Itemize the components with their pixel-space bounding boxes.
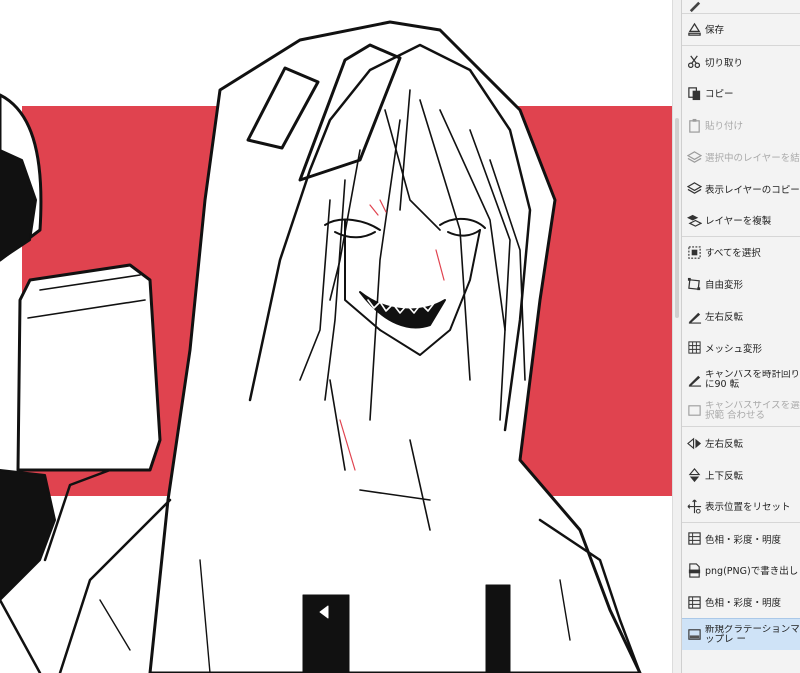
hoodie-string-right xyxy=(485,584,511,673)
command-png-export[interactable]: png(PNG)で書き出し xyxy=(682,555,800,587)
copy-icon xyxy=(686,85,702,101)
command-label: png(PNG)で書き出し xyxy=(705,566,799,578)
command-merge-selected-layers[interactable]: 選択中のレイヤーを結合 xyxy=(682,141,800,173)
duplicate-layer-icon xyxy=(686,212,702,228)
gradient-map-icon xyxy=(686,627,702,643)
save-icon xyxy=(686,21,702,37)
command-label: 自由変形 xyxy=(705,280,744,292)
left-character-body xyxy=(0,469,56,601)
command-select-all[interactable]: すべてを選択 xyxy=(682,237,800,269)
command-label: キャンバスを時計回りに90 転 xyxy=(705,369,800,390)
canvas-scrollbar-thumb[interactable] xyxy=(675,118,679,318)
sketch-artwork xyxy=(0,20,672,673)
command-rotate-canvas[interactable]: キャンバスを時計回りに90 転 xyxy=(682,364,800,396)
command-label: 左右反転 xyxy=(705,439,744,451)
command-new-gradient-map-layer[interactable]: 新規グラデーションマップレ ー xyxy=(682,618,800,650)
command-label: 色相・彩度・明度 xyxy=(705,534,782,546)
command-label: すべてを選択 xyxy=(705,248,761,260)
select-all-icon xyxy=(686,244,702,260)
command-label: 切り取り xyxy=(705,57,744,69)
command-label: レイヤーを複製 xyxy=(705,216,772,228)
command-mesh-transform[interactable]: メッシュ変形 xyxy=(682,332,800,364)
flip-vertical-icon xyxy=(686,467,702,483)
merge-layers-icon xyxy=(686,149,702,165)
command-copy[interactable]: コピー xyxy=(682,78,800,110)
hue-saturation-icon xyxy=(686,594,702,610)
command-flip-horizontal[interactable]: 左右反転 xyxy=(682,427,800,459)
flip-horizontal-icon xyxy=(686,435,702,451)
merge-visible-icon xyxy=(686,181,702,197)
command-canvas-size-to-selection[interactable]: キャンバスサイズを選択範 合わせる xyxy=(682,396,800,428)
mesh-transform-icon xyxy=(686,340,702,356)
left-character-box xyxy=(16,263,162,472)
scissors-icon xyxy=(686,54,702,70)
reset-view-icon xyxy=(686,498,702,514)
hue-saturation-icon xyxy=(686,531,702,547)
command-label: 色相・彩度・明度 xyxy=(705,598,782,610)
command-edit-partial[interactable] xyxy=(682,0,800,14)
command-bar: 保存 切り取り コピー 貼り付け 選択中のレイヤーを結合 表示レイヤーのコピーを… xyxy=(681,0,800,673)
canvas-size-icon xyxy=(686,403,702,419)
command-label: 表示レイヤーのコピーを結 xyxy=(705,184,800,196)
command-label: 貼り付け xyxy=(705,121,744,133)
command-label: メッシュ変形 xyxy=(705,343,763,355)
command-merge-visible-copy[interactable]: 表示レイヤーのコピーを結 xyxy=(682,173,800,205)
command-free-transform[interactable]: 自由変形 xyxy=(682,268,800,300)
command-save[interactable]: 保存 xyxy=(682,14,800,46)
paste-icon xyxy=(686,117,702,133)
png-export-icon xyxy=(686,562,702,578)
flip-icon xyxy=(686,308,702,324)
command-cut[interactable]: 切り取り xyxy=(682,46,800,78)
command-reset-view[interactable]: 表示位置をリセット xyxy=(682,491,800,523)
command-flip[interactable]: 左右反転 xyxy=(682,300,800,332)
command-label: コピー xyxy=(705,89,734,101)
command-paste[interactable]: 貼り付け xyxy=(682,109,800,141)
command-label: 保存 xyxy=(705,25,725,37)
command-hue-saturation-2[interactable]: 色相・彩度・明度 xyxy=(682,586,800,618)
hoodie-string-left xyxy=(302,594,350,673)
rotate-canvas-icon xyxy=(686,372,702,388)
command-label: 新規グラデーションマップレ ー xyxy=(705,624,800,645)
command-hue-saturation-1[interactable]: 色相・彩度・明度 xyxy=(682,523,800,555)
command-label: キャンバスサイズを選択範 合わせる xyxy=(705,400,800,421)
command-label: 選択中のレイヤーを結合 xyxy=(705,153,800,165)
free-transform-icon xyxy=(686,276,702,292)
command-flip-vertical[interactable]: 上下反転 xyxy=(682,459,800,491)
command-label: 上下反転 xyxy=(705,471,744,483)
edit-icon xyxy=(686,0,702,13)
command-duplicate-layer[interactable]: レイヤーを複製 xyxy=(682,205,800,237)
command-label: 表示位置をリセット xyxy=(705,502,791,514)
drawing-canvas[interactable] xyxy=(0,0,672,673)
command-label: 左右反転 xyxy=(705,312,744,324)
